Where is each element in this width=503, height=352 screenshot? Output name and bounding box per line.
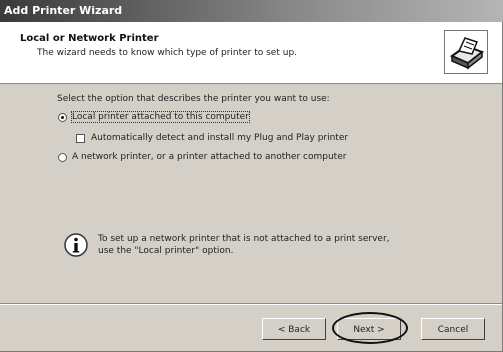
auto-detect-label[interactable]: Automatically detect and install my Plug… — [91, 133, 348, 143]
auto-detect-checkbox[interactable] — [76, 134, 85, 143]
header-title: Local or Network Printer — [20, 33, 159, 44]
cancel-button[interactable]: Cancel — [421, 318, 485, 340]
back-button[interactable]: < Back — [262, 318, 326, 340]
next-button[interactable]: Next > — [337, 318, 401, 340]
window-title: Add Printer Wizard — [4, 4, 123, 17]
local-printer-radio[interactable] — [58, 113, 67, 122]
info-icon — [64, 233, 88, 257]
printer-icon — [444, 30, 488, 74]
local-printer-label[interactable]: Local printer attached to this computer — [71, 111, 250, 123]
network-printer-radio[interactable] — [58, 153, 67, 162]
add-printer-wizard-window: Add Printer Wizard Local or Network Prin… — [0, 0, 503, 352]
cancel-button-label: Cancel — [437, 325, 469, 335]
header-subtitle: The wizard needs to know which type of p… — [37, 48, 298, 58]
back-button-label: < Back — [277, 325, 311, 335]
local-printer-label-text: Local printer attached to this computer — [71, 111, 250, 123]
option-prompt: Select the option that describes the pri… — [57, 94, 330, 104]
network-printer-label[interactable]: A network printer, or a printer attached… — [72, 152, 346, 162]
info-text-line-2: use the "Local printer" option. — [98, 246, 234, 256]
next-button-label: Next > — [353, 325, 385, 335]
title-bar[interactable]: Add Printer Wizard — [0, 0, 503, 22]
wizard-header: Local or Network Printer The wizard need… — [0, 22, 502, 84]
info-text-line-1: To set up a network printer that is not … — [98, 234, 390, 244]
button-divider — [0, 303, 502, 305]
